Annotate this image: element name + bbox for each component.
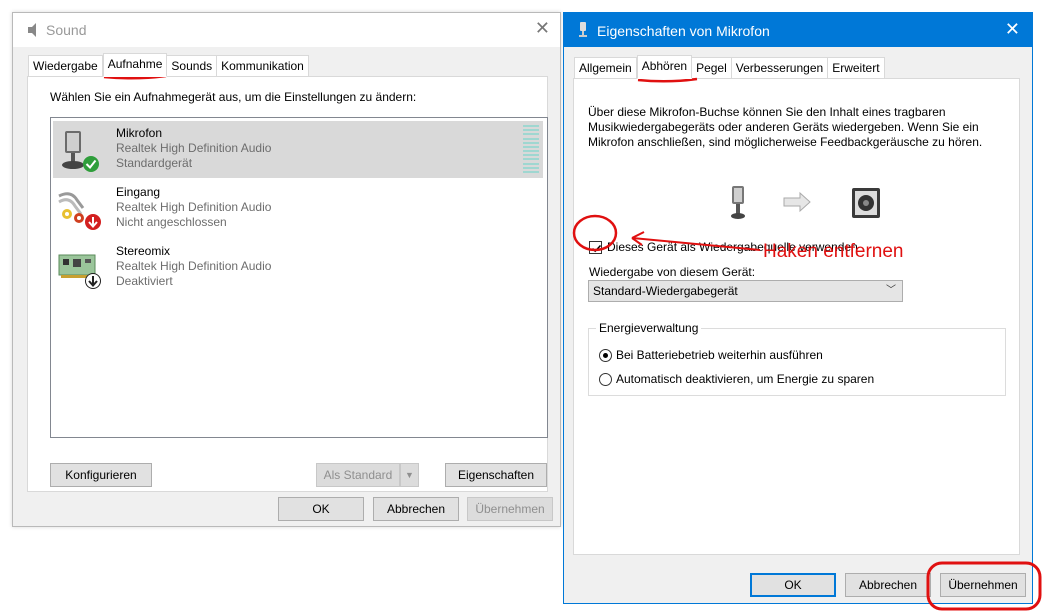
power-option-label: Bei Batteriebetrieb weiterhin ausführen bbox=[616, 348, 823, 362]
device-status: Nicht angeschlossen bbox=[116, 215, 227, 229]
speaker-icon bbox=[28, 23, 36, 37]
checkmark-icon bbox=[591, 244, 602, 252]
chevron-down-icon: ﹀ bbox=[886, 285, 896, 296]
mic-to-speaker-graphic bbox=[731, 186, 880, 219]
props-title-bar: Eigenschaften von Mikrofon ✕ bbox=[564, 13, 1032, 47]
sound-window-title: Sound bbox=[46, 22, 87, 38]
tab-verbesserungen[interactable]: Verbesserungen bbox=[731, 57, 829, 78]
tab-allgemein[interactable]: Allgemein bbox=[574, 57, 637, 78]
configure-button[interactable]: Konfigurieren bbox=[50, 463, 152, 487]
ok-button[interactable]: OK bbox=[278, 497, 364, 521]
level-meter bbox=[523, 125, 539, 173]
chevron-down-icon: ▼ bbox=[405, 470, 414, 480]
power-option-label: Automatisch deaktivieren, um Energie zu … bbox=[616, 372, 875, 386]
list-item-mikrofon[interactable]: Mikrofon Realtek High Definition Audio S… bbox=[53, 121, 543, 178]
power-group-title: Energieverwaltung bbox=[596, 321, 702, 335]
power-option-continue[interactable]: Bei Batteriebetrieb weiterhin ausführen bbox=[599, 348, 823, 362]
device-driver: Realtek High Definition Audio bbox=[116, 259, 272, 273]
device-name: Mikrofon bbox=[116, 126, 163, 140]
tab-erweitert[interactable]: Erweitert bbox=[828, 57, 885, 78]
recording-tab-panel: Wählen Sie ein Aufnahmegerät aus, um die… bbox=[27, 76, 548, 492]
sound-card-icon bbox=[58, 254, 101, 289]
device-status: Deaktiviert bbox=[116, 274, 173, 288]
cancel-button[interactable]: Abbrechen bbox=[373, 497, 459, 521]
listen-description: Über diese Mikrofon-Buchse können Sie de… bbox=[588, 105, 983, 149]
annotation-text: Haken entfernen bbox=[763, 241, 904, 262]
arrow-right-icon bbox=[783, 191, 811, 213]
device-driver: Realtek High Definition Audio bbox=[116, 141, 272, 155]
ok-button[interactable]: OK bbox=[750, 573, 836, 597]
sound-window: Sound ✕ Wiedergabe Aufnahme Sounds Kommu… bbox=[12, 12, 561, 527]
playback-device-value: Standard-Wiedergabegerät bbox=[593, 284, 738, 298]
list-item-eingang[interactable]: Eingang Realtek High Definition Audio Ni… bbox=[53, 180, 543, 237]
tab-pegel[interactable]: Pegel bbox=[692, 57, 732, 78]
microphone-icon bbox=[62, 131, 99, 172]
tab-wiedergabe[interactable]: Wiedergabe bbox=[28, 55, 103, 76]
playback-device-label: Wiedergabe von diesem Gerät: bbox=[589, 265, 756, 279]
list-item-stereomix[interactable]: Stereomix Realtek High Definition Audio … bbox=[53, 239, 543, 296]
playback-device-select[interactable]: Standard-Wiedergabegerät ﹀ bbox=[588, 280, 903, 302]
close-icon[interactable]: ✕ bbox=[1005, 20, 1020, 38]
tab-aufnahme[interactable]: Aufnahme bbox=[102, 53, 168, 77]
properties-button[interactable]: Eigenschaften bbox=[445, 463, 547, 487]
green-check-badge bbox=[83, 156, 99, 172]
cancel-button[interactable]: Abbrechen bbox=[845, 573, 931, 597]
power-management-group: Energieverwaltung Bei Batteriebetrieb we… bbox=[588, 321, 1006, 396]
apply-button[interactable]: Übernehmen bbox=[467, 497, 553, 521]
cable-jack-icon bbox=[58, 192, 101, 230]
microphone-properties-window: Eigenschaften von Mikrofon ✕ Allgemein A… bbox=[563, 12, 1033, 604]
set-default-dropdown[interactable]: ▼ bbox=[400, 463, 419, 487]
apply-button[interactable]: Übernehmen bbox=[940, 573, 1026, 597]
radio-continue[interactable] bbox=[599, 348, 612, 362]
speaker-icon bbox=[852, 188, 880, 218]
microphone-icon bbox=[731, 186, 745, 219]
device-name: Stereomix bbox=[116, 244, 171, 258]
listen-checkbox[interactable] bbox=[589, 240, 602, 254]
device-name: Eingang bbox=[116, 185, 161, 199]
device-driver: Realtek High Definition Audio bbox=[116, 200, 272, 214]
tab-abhoeren[interactable]: Abhören bbox=[636, 55, 693, 79]
device-list[interactable]: Mikrofon Realtek High Definition Audio S… bbox=[50, 117, 548, 438]
tab-kommunikation[interactable]: Kommunikation bbox=[217, 55, 309, 76]
close-icon[interactable]: ✕ bbox=[535, 19, 550, 37]
radio-disable[interactable] bbox=[599, 372, 612, 386]
sound-title-bar: Sound ✕ bbox=[13, 13, 560, 47]
tab-sounds[interactable]: Sounds bbox=[167, 55, 218, 76]
power-option-disable[interactable]: Automatisch deaktivieren, um Energie zu … bbox=[599, 372, 874, 386]
instruction-text: Wählen Sie ein Aufnahmegerät aus, um die… bbox=[50, 90, 417, 104]
microphone-small-icon bbox=[579, 22, 587, 37]
props-window-title: Eigenschaften von Mikrofon bbox=[597, 23, 770, 39]
set-default-button[interactable]: Als Standard bbox=[316, 463, 400, 487]
device-status: Standardgerät bbox=[116, 156, 193, 170]
listen-tab-panel: Über diese Mikrofon-Buchse können Sie de… bbox=[573, 78, 1020, 555]
